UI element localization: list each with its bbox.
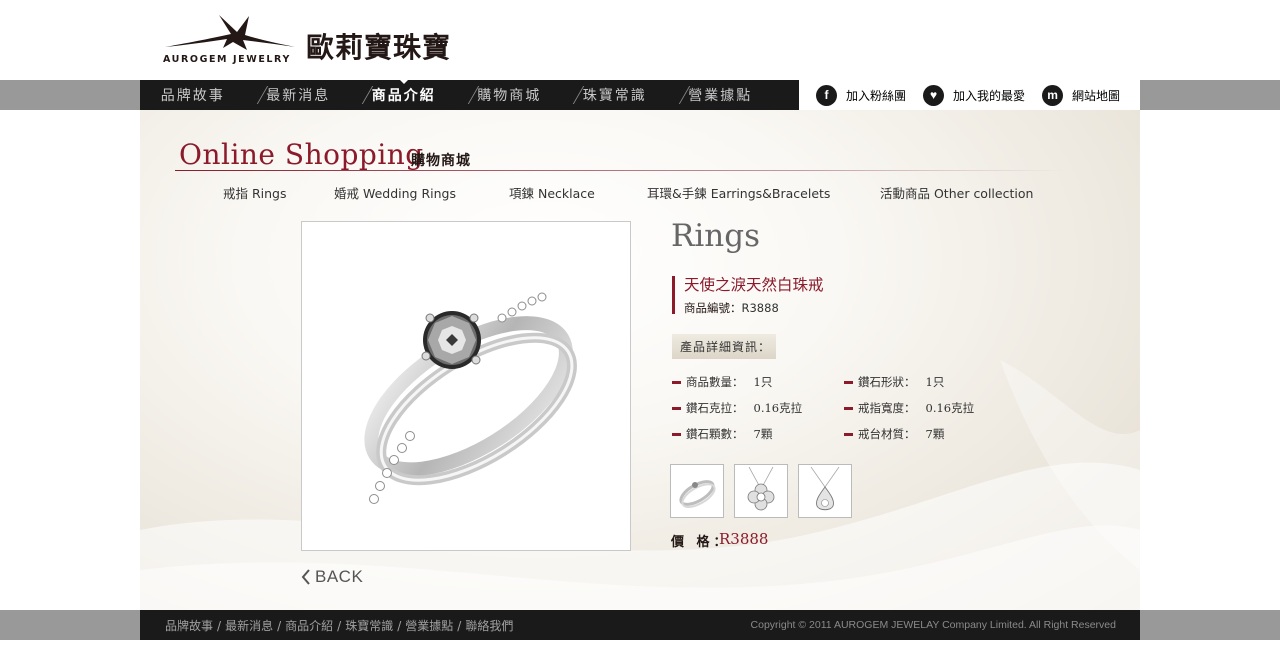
nav-item-label: 商品介紹 <box>371 88 436 104</box>
bullet-icon <box>672 380 681 384</box>
nav-item-label: 營業據點 <box>688 88 753 104</box>
footer-separator: / <box>457 619 462 633</box>
spec-diamond-count: 鑽石顆數： 7顆 <box>672 426 772 442</box>
util-label: 加入粉絲團 <box>846 88 907 103</box>
util-label: 加入我的最愛 <box>953 88 1026 103</box>
add-favorite-link[interactable]: ♥ 加入我的最愛 <box>923 84 1026 106</box>
product-photo <box>301 221 631 551</box>
back-label: BACK <box>315 567 364 586</box>
section-title-chinese: 購物商城 <box>411 153 471 169</box>
product-code: 商品編號：R3888 <box>684 300 779 316</box>
facebook-icon: f <box>816 84 837 106</box>
footer-separator: / <box>217 619 222 633</box>
footer-links: 品牌故事 / 最新消息 / 商品介紹 / 珠寶常識 / 營業據點 / 聯絡我們 <box>165 617 513 634</box>
bullet-icon <box>844 432 853 436</box>
bullet-icon <box>844 406 853 410</box>
footer-link-locations[interactable]: 營業據點 <box>405 619 453 633</box>
util-label: 網站地圖 <box>1072 88 1121 103</box>
teardrop-necklace-image <box>810 466 840 511</box>
footer-link-contact[interactable]: 聯絡我們 <box>465 619 513 633</box>
heart-icon: ♥ <box>923 84 945 106</box>
nav-item-label: 品牌故事 <box>160 88 225 104</box>
spec-value: 1只 <box>753 375 773 389</box>
spec-setting-material: 戒台材質： 7顆 <box>844 426 944 442</box>
spec-label: 鑽石形狀： <box>858 375 916 389</box>
sitemap-link[interactable]: m 網站地圖 <box>1042 84 1121 106</box>
logo-chinese-name: 歐莉寶珠寶 <box>306 31 452 64</box>
bullet-icon <box>672 432 681 436</box>
footer-link-brand-story[interactable]: 品牌故事 <box>165 619 213 633</box>
header: AUROGEM JEWELRY 歐莉寶珠寶 <box>0 0 1280 80</box>
spec-label: 商品數量： <box>686 375 744 389</box>
nav-item-label: 珠寶常識 <box>582 88 647 104</box>
price-value: R3888 <box>719 530 769 548</box>
logo-text: AUROGEM JEWELRY <box>163 54 291 65</box>
thumbnail-teardrop-necklace[interactable] <box>798 464 852 518</box>
spec-quantity: 商品數量： 1只 <box>672 374 772 390</box>
spec-diamond-shape: 鑽石形狀： 1只 <box>844 374 944 390</box>
spec-value: 0.16克拉 <box>925 401 975 415</box>
product-category-title: Rings <box>671 218 760 254</box>
thumbnail-flower-necklace[interactable] <box>734 464 788 518</box>
product-details-heading: 產品詳細資訊： <box>672 334 776 359</box>
nav-item-label: 最新消息 <box>266 88 331 104</box>
page: AUROGEM JEWELRY 歐莉寶珠寶 品牌故事 最新消息 商品介紹 購物商… <box>0 0 1280 670</box>
main-nav: 品牌故事 最新消息 商品介紹 購物商城 珠寶常識 營業據點 <box>140 80 799 110</box>
spec-value: 1只 <box>925 375 945 389</box>
back-button[interactable]: BACK <box>301 567 363 587</box>
spec-value: 7顆 <box>925 427 945 441</box>
spec-ring-width: 戒指寬度： 0.16克拉 <box>844 400 974 416</box>
spec-value: 0.16克拉 <box>753 401 803 415</box>
footer-link-products[interactable]: 商品介紹 <box>285 619 333 633</box>
flower-necklace-image <box>747 466 775 511</box>
bullet-icon <box>844 380 853 384</box>
star-logo-icon <box>165 15 295 50</box>
footer-separator: / <box>337 619 342 633</box>
chevron-left-icon <box>301 569 310 585</box>
spec-label: 鑽石克拉： <box>686 401 744 415</box>
join-fan-page-link[interactable]: f 加入粉絲團 <box>816 84 907 106</box>
spec-label: 戒台材質： <box>858 427 916 441</box>
nav-item-brand-story[interactable]: 品牌故事 <box>140 80 246 110</box>
category-menu: 戒指 Rings 婚戒 Wedding Rings 項鍊 Necklace 耳環… <box>140 183 1140 203</box>
thumbnail-ring[interactable] <box>670 464 724 518</box>
product-code-label: 商品編號： <box>684 301 742 315</box>
footer: 品牌故事 / 最新消息 / 商品介紹 / 珠寶常識 / 營業據點 / 聯絡我們 Copyright … <box>140 610 1140 640</box>
spec-value: 7顆 <box>753 427 773 441</box>
spec-label: 鑽石顆數： <box>686 427 744 441</box>
bullet-icon <box>672 406 681 410</box>
product-name: 天使之淚天然白珠戒 <box>684 276 824 294</box>
section-title-english: Online Shopping <box>179 138 424 171</box>
spec-label: 戒指寬度： <box>858 401 916 415</box>
footer-separator: / <box>397 619 402 633</box>
footer-separator: / <box>277 619 282 633</box>
nav-item-label: 購物商城 <box>477 88 542 104</box>
category-other-collection[interactable]: 活動商品 Other collection <box>880 183 1033 202</box>
logo[interactable]: AUROGEM JEWELRY <box>163 14 298 70</box>
title-divider <box>175 170 1065 171</box>
utility-links: f 加入粉絲團 ♥ 加入我的最愛 m 網站地圖 <box>799 80 1140 110</box>
sitemap-icon: m <box>1042 84 1064 106</box>
category-earrings-bracelets[interactable]: 耳環&手鍊 Earrings&Bracelets <box>647 183 830 202</box>
main-content: Online Shopping 購物商城 戒指 Rings 婚戒 Wedding… <box>140 110 1140 610</box>
spec-diamond-carat: 鑽石克拉： 0.16克拉 <box>672 400 802 416</box>
ring-thumbnail-image <box>679 480 716 508</box>
category-rings[interactable]: 戒指 Rings <box>223 183 287 202</box>
product-code-value: R3888 <box>741 301 779 315</box>
ring-image <box>364 292 577 504</box>
category-necklace[interactable]: 項鍊 Necklace <box>509 183 595 202</box>
footer-link-jewelry-knowledge[interactable]: 珠寶常識 <box>345 619 393 633</box>
footer-link-news[interactable]: 最新消息 <box>225 619 273 633</box>
category-wedding-rings[interactable]: 婚戒 Wedding Rings <box>334 183 456 202</box>
name-accent-bar <box>672 276 675 314</box>
copyright-text: Copyright © 2011 AUROGEM JEWELAY Company… <box>750 619 1116 631</box>
